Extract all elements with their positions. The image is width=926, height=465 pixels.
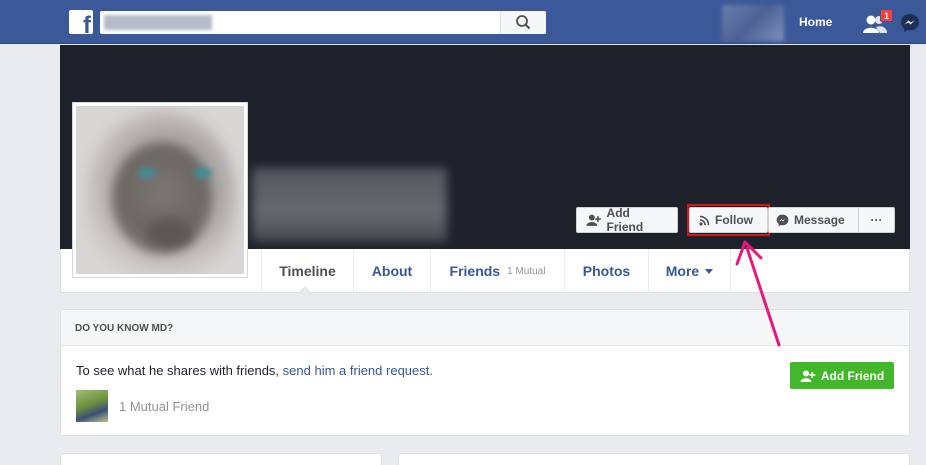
friend-requests-badge: 1: [880, 9, 893, 22]
card-add-friend-button[interactable]: Add Friend: [790, 362, 894, 389]
tab-friends[interactable]: Friends 1 Mutual: [430, 249, 564, 293]
more-options-button[interactable]: ···: [859, 208, 894, 232]
tab-about[interactable]: About: [353, 249, 430, 293]
active-tab-indicator: [298, 286, 312, 294]
search-button[interactable]: [500, 11, 546, 34]
profile-image-blurred: [76, 106, 244, 274]
mutual-count: 1 Mutual: [507, 265, 546, 277]
home-link[interactable]: Home: [799, 15, 832, 29]
tab-more[interactable]: More: [648, 249, 731, 293]
chevron-down-icon: [705, 268, 714, 274]
annotation-arrow: [735, 240, 781, 347]
messenger-icon[interactable]: [900, 13, 920, 33]
add-friend-icon: [800, 370, 816, 382]
follow-highlight-box: [687, 204, 770, 236]
user-avatar-redacted[interactable]: [722, 5, 784, 41]
message-button-group: Message ···: [768, 207, 895, 233]
card-message: To see what he shares with friends, send…: [76, 363, 433, 378]
add-friend-button[interactable]: Add Friend: [576, 206, 678, 234]
mutual-friend-avatar[interactable]: [76, 390, 108, 422]
search-input-redacted[interactable]: [104, 15, 212, 30]
message-button[interactable]: Message: [769, 208, 859, 232]
mutual-friend-link[interactable]: 1 Mutual Friend: [119, 399, 209, 414]
add-friend-icon: [586, 214, 601, 226]
facebook-logo[interactable]: f: [69, 10, 93, 34]
messenger-small-icon: [776, 214, 789, 226]
search-icon: [516, 15, 531, 30]
posts-card: [398, 453, 910, 465]
tab-photos[interactable]: Photos: [564, 249, 648, 293]
search-box[interactable]: [100, 11, 546, 34]
intro-card: [60, 453, 382, 465]
send-friend-request-link[interactable]: send him a friend request.: [283, 363, 433, 378]
profile-name-redacted: [252, 168, 447, 242]
profile-picture[interactable]: [72, 102, 248, 278]
